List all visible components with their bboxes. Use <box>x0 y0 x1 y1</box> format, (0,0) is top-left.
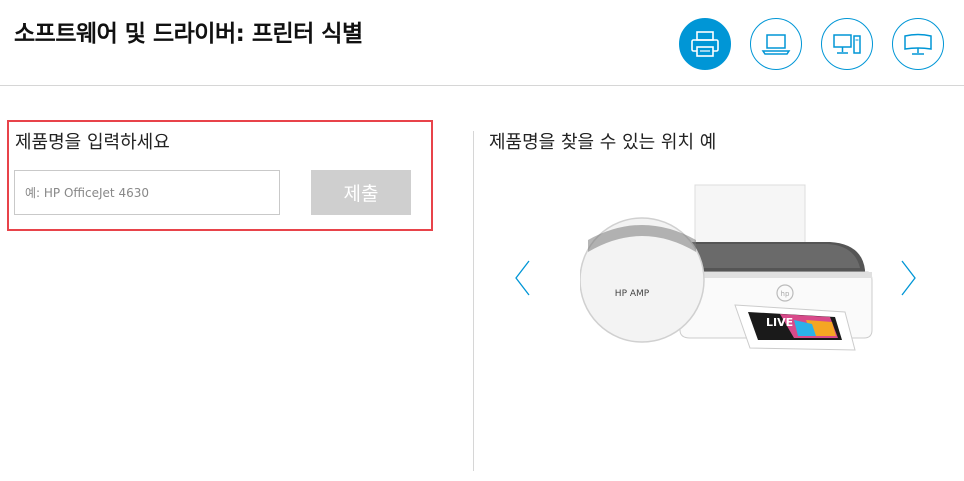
example-title: 제품명을 찾을 수 있는 위치 예 <box>489 132 717 153</box>
carousel-next-arrow-icon[interactable] <box>897 258 919 298</box>
page-header: 소프트웨어 및 드라이버: 프린터 식별 <box>0 0 964 86</box>
svg-text:hp: hp <box>781 290 790 298</box>
submit-button[interactable]: 제출 <box>311 170 411 215</box>
category-monitor-button[interactable] <box>892 18 944 70</box>
carousel-prev-arrow-icon[interactable] <box>512 258 534 298</box>
category-printer-button[interactable] <box>679 18 731 70</box>
category-laptop-button[interactable] <box>750 18 802 70</box>
paper-live-text: LIVE <box>766 316 793 329</box>
printer-example-image: hp LIVE HP AMP <box>580 184 873 351</box>
desktop-icon <box>833 34 861 54</box>
printer-icon <box>691 31 719 57</box>
category-desktop-button[interactable] <box>821 18 873 70</box>
page-title: 소프트웨어 및 드라이버: 프린터 식별 <box>14 21 363 47</box>
monitor-icon <box>904 33 932 55</box>
product-name-input[interactable] <box>14 170 280 215</box>
laptop-icon <box>761 34 791 55</box>
section-divider <box>473 131 474 471</box>
product-name-form: 제품명을 입력하세요 제출 <box>7 120 433 231</box>
product-name-label: 제품명을 입력하세요 <box>15 132 170 153</box>
zoom-model-label: HP AMP <box>615 289 650 299</box>
